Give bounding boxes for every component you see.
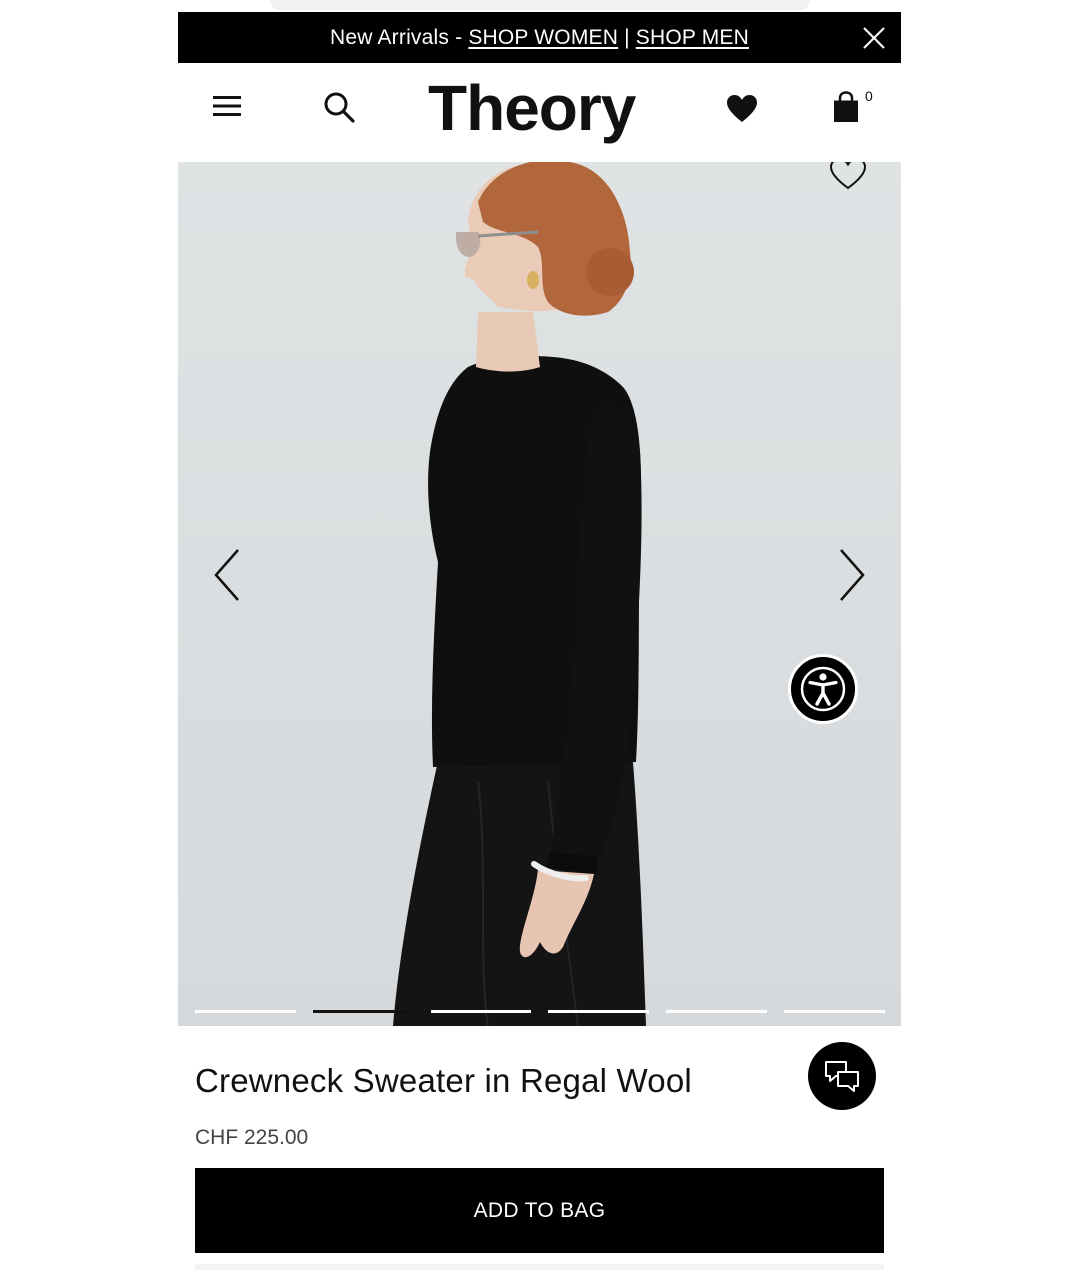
- bag-count: 0: [865, 88, 873, 104]
- product-price: CHF 225.00: [195, 1126, 309, 1149]
- slide-indicator[interactable]: [666, 1010, 768, 1013]
- bottom-divider: [195, 1264, 884, 1270]
- heart-outline-icon[interactable]: [828, 162, 868, 192]
- promo-banner: New Arrivals - SHOP WOMEN | SHOP MEN: [178, 12, 901, 63]
- slide-indicator[interactable]: [195, 1010, 296, 1013]
- accessibility-icon: [800, 666, 846, 712]
- promo-separator: |: [624, 25, 630, 49]
- shop-women-link[interactable]: SHOP WOMEN: [468, 26, 618, 50]
- slide-indicator[interactable]: [430, 1010, 532, 1013]
- slide-indicator-active[interactable]: [312, 1010, 414, 1013]
- slide-indicator[interactable]: [548, 1010, 650, 1013]
- add-to-bag-button[interactable]: ADD TO BAG: [195, 1168, 884, 1253]
- promo-text: New Arrivals -: [329, 25, 463, 49]
- heart-icon[interactable]: [726, 94, 758, 124]
- close-icon[interactable]: [861, 25, 887, 51]
- product-photo: [393, 162, 646, 1026]
- hamburger-menu-icon[interactable]: [212, 93, 242, 119]
- product-page: New Arrivals - SHOP WOMEN | SHOP MEN The…: [178, 0, 901, 1280]
- theory-logo[interactable]: Theory: [428, 71, 636, 145]
- browser-top-edge: [270, 0, 810, 10]
- chevron-left-icon[interactable]: [212, 548, 242, 602]
- product-image-carousel[interactable]: [178, 162, 901, 1026]
- product-title: Crewneck Sweater in Regal Wool: [195, 1062, 692, 1099]
- chat-icon: [825, 1061, 859, 1092]
- shopping-bag-icon[interactable]: [832, 91, 860, 123]
- search-icon[interactable]: [322, 90, 356, 124]
- chevron-right-icon[interactable]: [837, 548, 867, 602]
- carousel-indicators: [195, 1010, 885, 1014]
- accessibility-button[interactable]: [788, 654, 858, 724]
- slide-indicator[interactable]: [784, 1010, 885, 1013]
- chat-button[interactable]: [808, 1042, 876, 1110]
- site-header: Theory 0: [178, 63, 901, 162]
- shop-men-link[interactable]: SHOP MEN: [636, 26, 749, 50]
